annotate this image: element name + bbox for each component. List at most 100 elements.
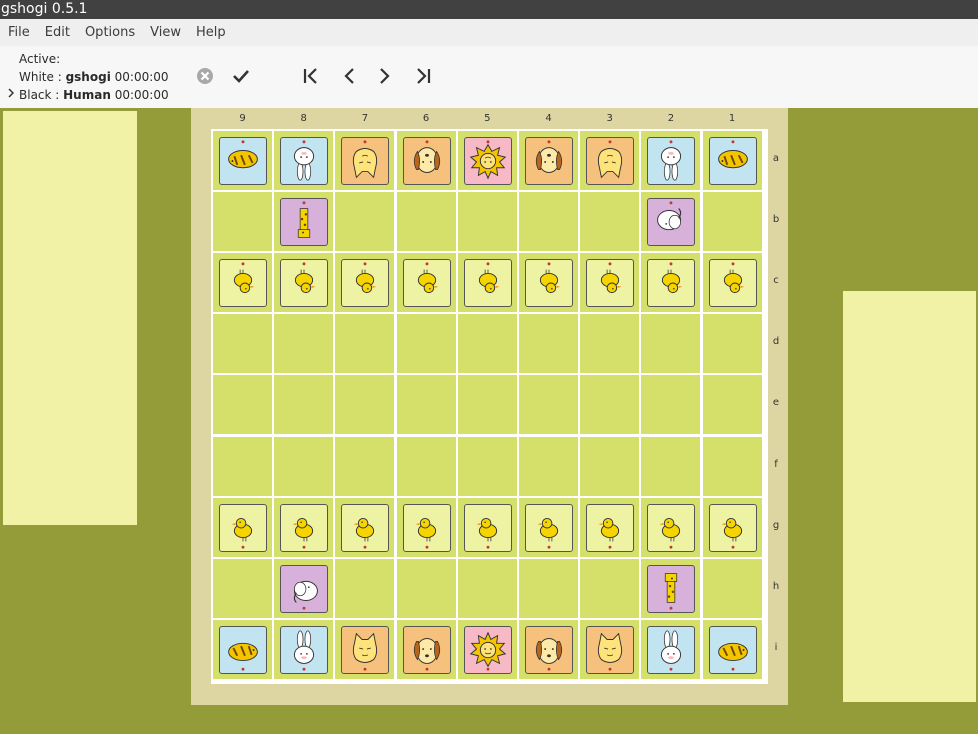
board-square[interactable] xyxy=(335,619,395,679)
chick-piece-icon[interactable] xyxy=(341,503,390,552)
giraffe-piece-icon[interactable] xyxy=(647,564,696,613)
go-back-button[interactable] xyxy=(336,63,362,89)
go-last-button[interactable] xyxy=(410,63,436,89)
board-square[interactable] xyxy=(335,192,395,252)
board-square[interactable] xyxy=(213,436,272,496)
go-forward-button[interactable] xyxy=(372,63,398,89)
lion-piece-icon[interactable] xyxy=(463,625,512,674)
board-square[interactable] xyxy=(274,131,334,190)
board-square[interactable] xyxy=(274,558,334,618)
board-square[interactable] xyxy=(457,619,517,679)
board-square[interactable] xyxy=(457,497,517,557)
menu-view[interactable]: View xyxy=(150,25,181,40)
board-square[interactable] xyxy=(519,375,578,435)
board-square[interactable] xyxy=(580,558,640,618)
board-square[interactable] xyxy=(335,314,395,374)
board-square[interactable] xyxy=(580,192,640,252)
board-square[interactable] xyxy=(580,131,640,190)
boar-piece-icon[interactable] xyxy=(708,137,757,185)
board-square[interactable] xyxy=(457,558,517,618)
board-square[interactable] xyxy=(396,314,456,374)
elephant-piece-icon[interactable] xyxy=(280,564,329,613)
board-square[interactable] xyxy=(702,497,762,557)
board-square[interactable] xyxy=(396,131,456,190)
board-square[interactable] xyxy=(274,192,334,252)
board-square[interactable] xyxy=(580,497,640,557)
board-square[interactable] xyxy=(702,314,762,374)
chick-piece-icon[interactable] xyxy=(219,259,267,308)
menu-edit[interactable]: Edit xyxy=(45,25,70,40)
cat-piece-icon[interactable] xyxy=(586,137,635,185)
board-square[interactable] xyxy=(457,192,517,252)
board-square[interactable] xyxy=(519,436,578,496)
board-square[interactable] xyxy=(519,253,578,313)
stop-button[interactable] xyxy=(192,63,218,89)
board-square[interactable] xyxy=(335,375,395,435)
chick-piece-icon[interactable] xyxy=(280,259,329,308)
chick-piece-icon[interactable] xyxy=(402,259,451,308)
chick-piece-icon[interactable] xyxy=(647,503,696,552)
dog-piece-icon[interactable] xyxy=(525,625,573,674)
board-square[interactable] xyxy=(335,497,395,557)
board-square[interactable] xyxy=(580,253,640,313)
board-square[interactable] xyxy=(213,497,272,557)
board-square[interactable] xyxy=(641,131,701,190)
board-square[interactable] xyxy=(213,253,272,313)
board-square[interactable] xyxy=(213,375,272,435)
cat-piece-icon[interactable] xyxy=(586,625,635,674)
cat-piece-icon[interactable] xyxy=(341,137,390,185)
board-square[interactable] xyxy=(457,253,517,313)
board-square[interactable] xyxy=(641,436,701,496)
board-square[interactable] xyxy=(519,314,578,374)
board-square[interactable] xyxy=(396,619,456,679)
chick-piece-icon[interactable] xyxy=(219,503,267,552)
board-square[interactable] xyxy=(335,436,395,496)
chick-piece-icon[interactable] xyxy=(402,503,451,552)
board-square[interactable] xyxy=(213,558,272,618)
board-square[interactable] xyxy=(519,131,578,190)
board-square[interactable] xyxy=(519,497,578,557)
chick-piece-icon[interactable] xyxy=(525,503,573,552)
board-square[interactable] xyxy=(519,619,578,679)
chick-piece-icon[interactable] xyxy=(586,503,635,552)
boar-piece-icon[interactable] xyxy=(219,137,267,185)
board-square[interactable] xyxy=(274,436,334,496)
chick-piece-icon[interactable] xyxy=(647,259,696,308)
white-pieces-in-hand[interactable] xyxy=(3,111,137,525)
chick-piece-icon[interactable] xyxy=(280,503,329,552)
board-square[interactable] xyxy=(702,558,762,618)
board-square[interactable] xyxy=(641,253,701,313)
board-square[interactable] xyxy=(702,192,762,252)
board-square[interactable] xyxy=(641,497,701,557)
giraffe-piece-icon[interactable] xyxy=(280,198,329,247)
board-square[interactable] xyxy=(641,314,701,374)
board-square[interactable] xyxy=(641,619,701,679)
elephant-piece-icon[interactable] xyxy=(647,198,696,247)
menu-file[interactable]: File xyxy=(8,25,30,40)
board-square[interactable] xyxy=(457,436,517,496)
board-square[interactable] xyxy=(213,619,272,679)
board-square[interactable] xyxy=(519,192,578,252)
board-square[interactable] xyxy=(396,558,456,618)
board-square[interactable] xyxy=(457,314,517,374)
board-square[interactable] xyxy=(641,375,701,435)
board-square[interactable] xyxy=(396,192,456,252)
board-square[interactable] xyxy=(274,253,334,313)
board-square[interactable] xyxy=(641,192,701,252)
expander-arrow-icon[interactable] xyxy=(8,88,15,101)
board-square[interactable] xyxy=(396,497,456,557)
board-square[interactable] xyxy=(457,131,517,190)
board-square[interactable] xyxy=(519,558,578,618)
board-square[interactable] xyxy=(274,619,334,679)
board-square[interactable] xyxy=(274,497,334,557)
chick-piece-icon[interactable] xyxy=(708,259,757,308)
dog-piece-icon[interactable] xyxy=(402,137,451,185)
board-square[interactable] xyxy=(641,558,701,618)
rabbit-piece-icon[interactable] xyxy=(280,625,329,674)
board-square[interactable] xyxy=(580,436,640,496)
board-square[interactable] xyxy=(213,131,272,190)
menu-help[interactable]: Help xyxy=(196,25,226,40)
rabbit-piece-icon[interactable] xyxy=(647,625,696,674)
rabbit-piece-icon[interactable] xyxy=(280,137,329,185)
board-square[interactable] xyxy=(457,375,517,435)
